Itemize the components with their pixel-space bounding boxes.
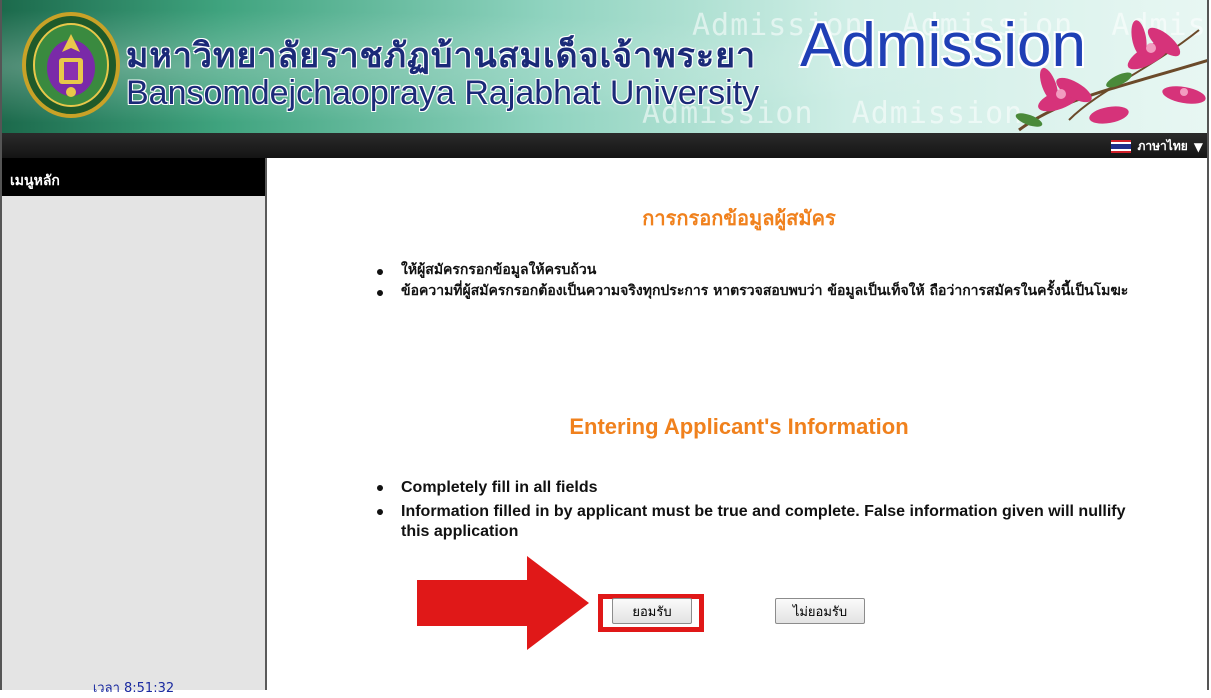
list-item: Completely fill in all fields	[369, 478, 1129, 498]
thai-flag-icon	[1111, 140, 1132, 153]
caret-down-icon: ▼	[1193, 139, 1203, 154]
university-seal-icon	[22, 12, 120, 118]
english-university-name: Bansomdejchaopraya Rajabhat University	[126, 74, 760, 112]
main-menu-header: เมนูหลัก	[2, 158, 265, 196]
flowers-decoration-icon	[1015, 20, 1209, 132]
header-banner: Admission Admission Admission Admission …	[2, 0, 1209, 133]
main-content: การกรอกข้อมูลผู้สมัคร ให้ผู้สมัครกรอกข้อ…	[269, 158, 1209, 690]
accept-button[interactable]: ยอมรับ	[612, 598, 692, 624]
english-heading: Entering Applicant's Information	[569, 414, 909, 439]
clock-text: เวลา 8:51:32	[92, 681, 175, 696]
red-arrow-icon	[417, 556, 589, 650]
decline-button[interactable]: ไม่ยอมรับ	[775, 598, 865, 624]
english-instructions: Completely fill in all fields Informatio…	[369, 478, 1129, 546]
thai-instructions: ให้ผู้สมัครกรอกข้อมูลให้ครบถ้วน ข้อความท…	[369, 262, 1129, 304]
list-item: Information filled in by applicant must …	[369, 502, 1129, 542]
list-item: ข้อความที่ผู้สมัครกรอกต้องเป็นความจริงทุ…	[369, 283, 1129, 300]
language-bar: ภาษาไทย ▼	[2, 133, 1209, 158]
language-selector[interactable]: ภาษาไทย ▼	[1111, 137, 1203, 156]
thai-heading: การกรอกข้อมูลผู้สมัคร	[642, 206, 836, 230]
language-label: ภาษาไทย	[1137, 139, 1188, 153]
sidebar: เมนูหลัก เวลา 8:51:32	[2, 158, 267, 696]
list-item: ให้ผู้สมัครกรอกข้อมูลให้ครบถ้วน	[369, 262, 1129, 279]
